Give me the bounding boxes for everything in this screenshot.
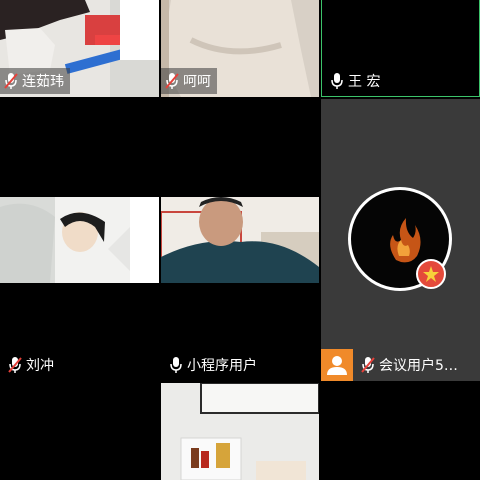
video-tile-7[interactable]: 刘冲 [0,197,159,381]
participant-name: 刘冲 [26,358,54,374]
participant-name: 会议用户5… [379,358,458,374]
participant-name: 呵呵 [183,74,211,90]
mic-muted-icon [4,73,18,89]
video-tile-11[interactable] [161,383,319,480]
participant-label: 呵呵 [161,68,217,94]
video-tile-4[interactable] [0,99,159,195]
video-grid: 连茹玮 呵呵 王 宏 会议用户5… 刘冲 小程序用户 [0,0,480,480]
participant-name: 小程序用户 [187,358,257,374]
star-icon [423,266,439,282]
mic-muted-icon [361,357,375,373]
mic-icon [170,357,182,373]
video-tile-8[interactable]: 小程序用户 [161,197,319,381]
participant-name: 连茹玮 [22,74,64,90]
video-tile-1[interactable]: 连茹玮 [0,0,159,97]
video-feed [161,383,319,480]
participant-name: 王 宏 [348,74,381,90]
participant-label: 小程序用户 [165,352,263,378]
video-feed [161,197,319,283]
video-tile-12[interactable] [321,383,480,480]
video-tile-5[interactable] [161,99,319,195]
user-avatar-icon [321,349,353,381]
participant-label: 王 宏 [326,68,386,94]
participant-label: 刘冲 [4,352,60,378]
video-tile-2[interactable]: 呵呵 [161,0,319,97]
mic-muted-icon [165,73,179,89]
video-tile-10[interactable] [0,383,159,480]
participant-label: 会议用户5… [357,352,464,378]
mic-muted-icon [8,357,22,373]
mic-icon [331,73,343,89]
participant-label: 连茹玮 [0,68,70,94]
video-feed [0,197,159,283]
video-tile-3-active[interactable]: 王 宏 [321,0,480,97]
video-tile-9[interactable]: 会议用户5… [321,99,480,381]
avatar-badge [416,259,446,289]
